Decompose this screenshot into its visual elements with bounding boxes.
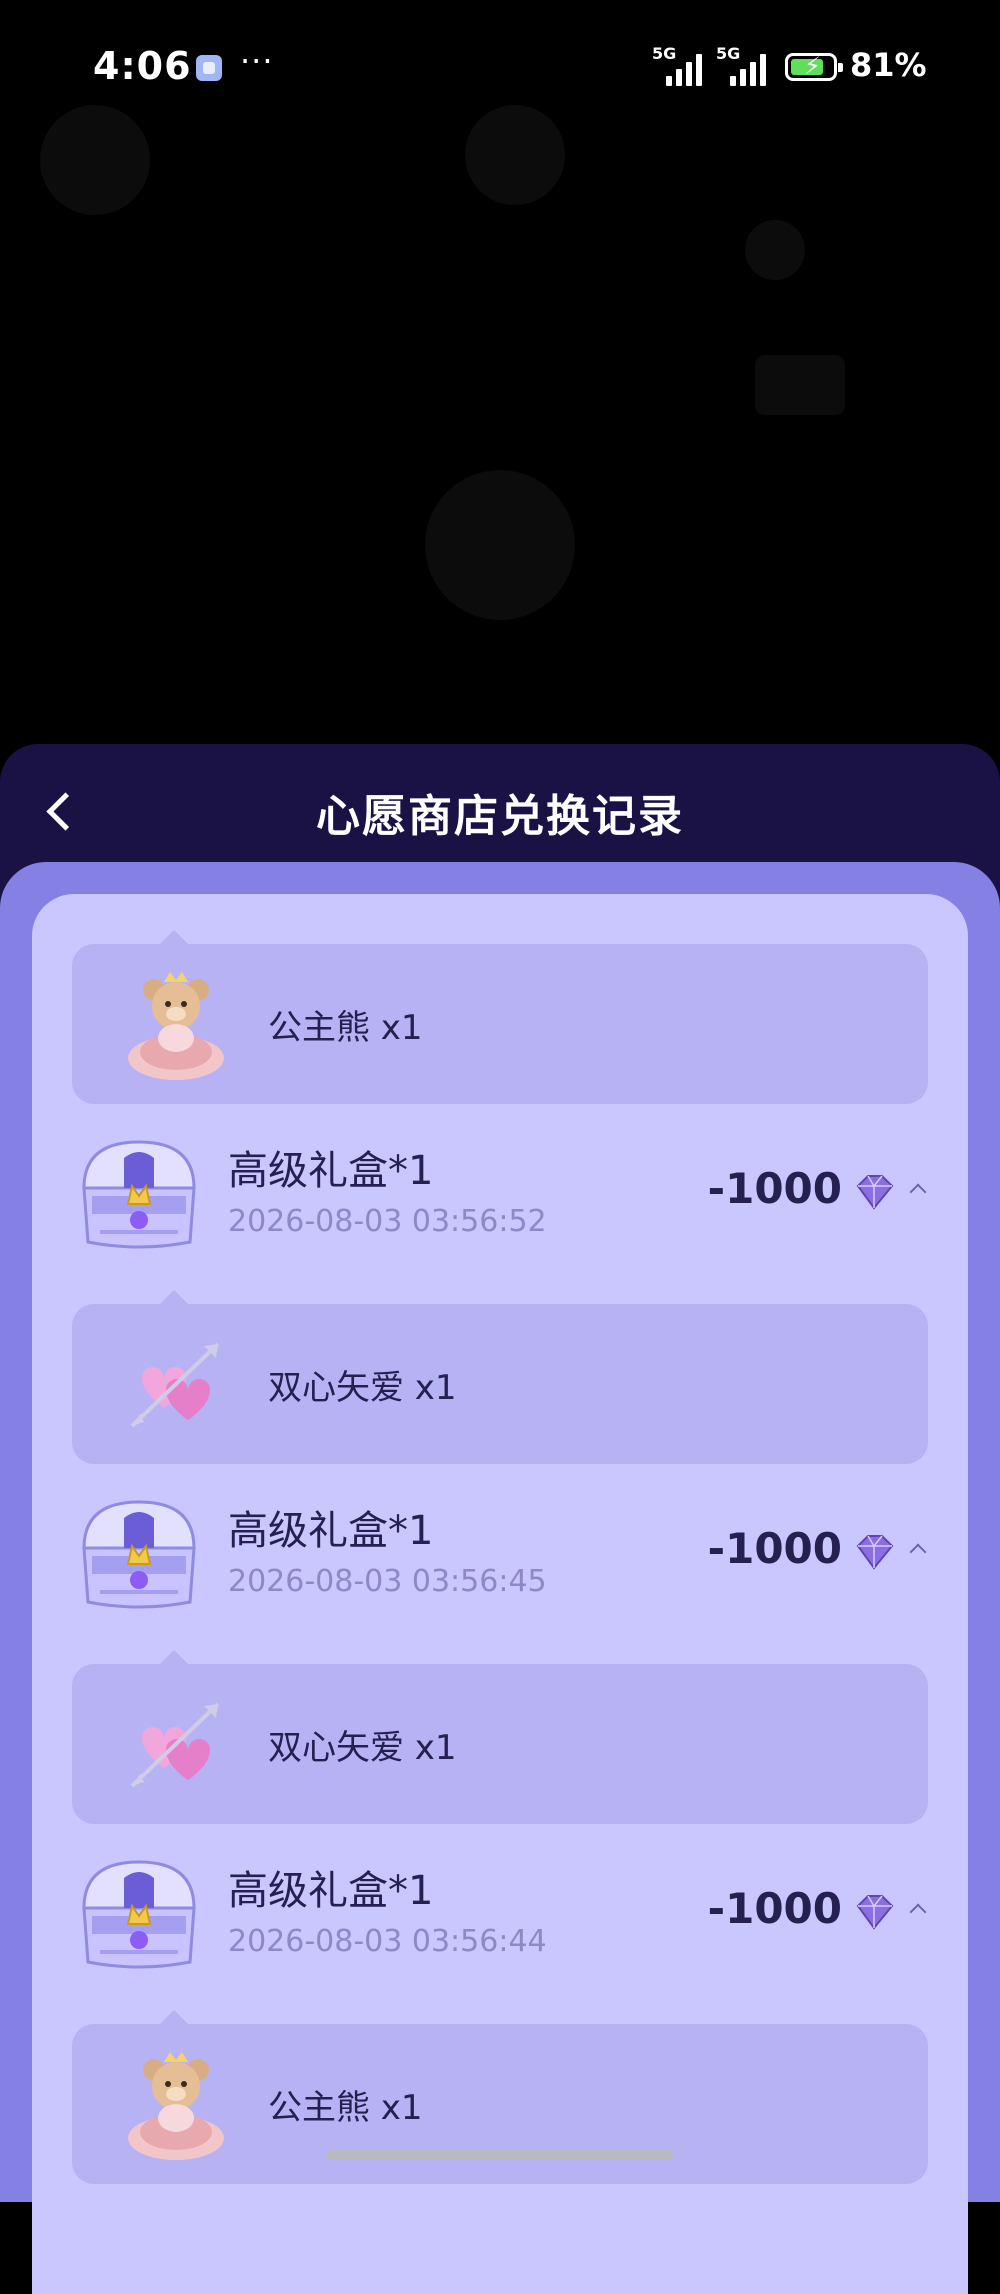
status-time: 4:06 [93, 44, 192, 88]
collapse-chevron-icon[interactable] [904, 1896, 932, 1924]
gift-detail-card: 双心矢爱 x1 [72, 1290, 928, 1464]
record-title: 高级礼盒*1 [228, 1508, 434, 1554]
collapse-chevron-icon[interactable] [904, 1536, 932, 1564]
network-type-label: 5G [652, 44, 677, 63]
exchange-record-sheet: 心愿商店兑换记录 公主熊 x1 高级礼盒*1 2026-08-03 03:56:… [0, 744, 1000, 2294]
battery-percent: 81% [850, 46, 927, 84]
gem-currency-icon [856, 1535, 894, 1570]
gem-currency-icon [856, 1895, 894, 1930]
treasure-chest-icon [82, 1140, 196, 1249]
gift-label: 公主熊 x1 [268, 1008, 423, 1048]
battery-icon: ⚡ [785, 52, 843, 81]
sheet-title: 心愿商店兑换记录 [316, 791, 684, 842]
bg-avatar-shape [745, 220, 805, 280]
dimmed-background[interactable] [0, 105, 1000, 744]
signal-icon: 5G [652, 44, 702, 86]
gift-detail-card: 双心矢爱 x1 [72, 1650, 928, 1824]
gift-label: 公主熊 x1 [268, 2088, 423, 2128]
home-indicator[interactable] [326, 2150, 674, 2160]
teddy-bear-icon [128, 2052, 224, 2160]
record-date: 2026-08-03 03:56:44 [228, 1924, 547, 1959]
bg-avatar-shape [425, 470, 575, 620]
record-list[interactable]: 公主熊 x1 高级礼盒*1 2026-08-03 03:56:52 -1000 [32, 894, 968, 2294]
gift-label: 双心矢爱 x1 [268, 1728, 457, 1768]
network-type-label: 5G [716, 44, 741, 63]
record-amount: -1000 [707, 1884, 842, 1933]
record-amount: -1000 [707, 1164, 842, 1213]
gift-detail-card: 公主熊 x1 [72, 930, 928, 1104]
collapse-chevron-icon[interactable] [904, 1176, 932, 1204]
record-date: 2026-08-03 03:56:45 [228, 1564, 547, 1599]
treasure-chest-icon [82, 1860, 196, 1969]
signal-icon: 5G [716, 44, 766, 86]
more-notifications-icon: ··· [240, 42, 274, 80]
outer-panel: 公主熊 x1 高级礼盒*1 2026-08-03 03:56:52 -1000 [0, 862, 1000, 2294]
record-date: 2026-08-03 03:56:52 [228, 1204, 547, 1239]
treasure-chest-icon [82, 1500, 196, 1609]
record-title: 高级礼盒*1 [228, 1148, 434, 1194]
double-heart-arrow-icon [130, 1342, 220, 1428]
app-notification-icon [196, 55, 222, 81]
bg-avatar-shape [755, 355, 845, 415]
record-amount: -1000 [707, 1524, 842, 1573]
gem-currency-icon [856, 1175, 894, 1210]
exchange-record-row[interactable]: 高级礼盒*1 2026-08-03 03:56:44 -1000 [32, 1830, 968, 1990]
exchange-record-row[interactable]: 高级礼盒*1 2026-08-03 03:56:52 -1000 [32, 1110, 968, 1270]
bg-avatar-shape [465, 105, 565, 205]
bg-avatar-shape [40, 105, 150, 215]
double-heart-arrow-icon [130, 1702, 220, 1788]
exchange-record-row[interactable]: 高级礼盒*1 2026-08-03 03:56:45 -1000 [32, 1470, 968, 1630]
record-title: 高级礼盒*1 [228, 1868, 434, 1914]
teddy-bear-icon [128, 972, 224, 1080]
gift-detail-card: 公主熊 x1 [72, 2010, 928, 2184]
gift-label: 双心矢爱 x1 [268, 1368, 457, 1408]
